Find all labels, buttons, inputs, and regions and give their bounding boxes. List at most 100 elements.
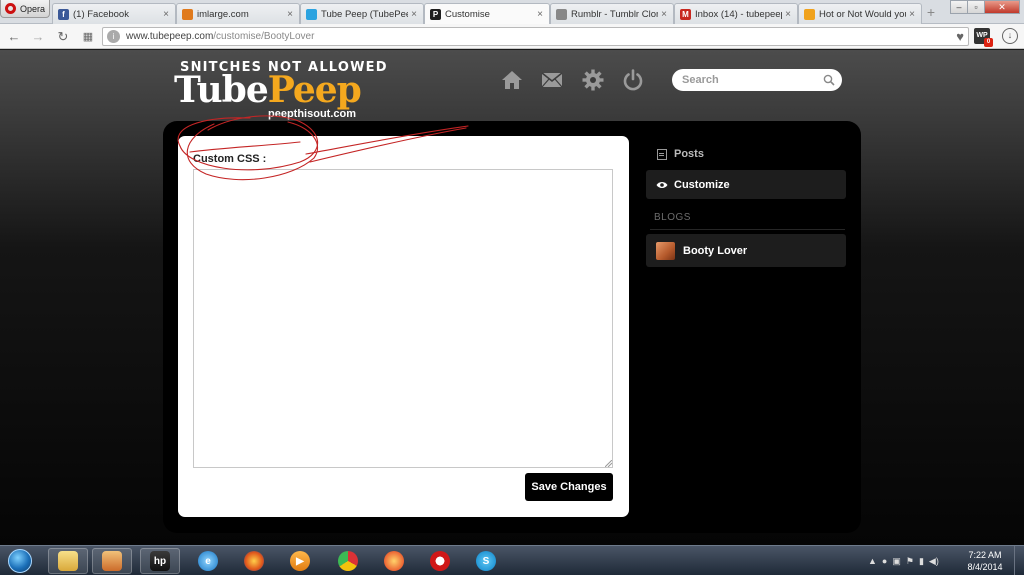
tubepeep-logo[interactable]: SNITCHES NOT ALLOWED TubePeep peepthisou… xyxy=(172,58,412,120)
address-bar-row: ← → ↻ ▦ i www.tubepeep.com/customise/Boo… xyxy=(0,24,1024,49)
twitter-icon xyxy=(306,8,317,20)
clock-time: 7:22 AM xyxy=(968,550,1002,560)
search-input[interactable]: Search xyxy=(672,69,842,91)
gmail-icon: M xyxy=(680,8,691,20)
downloads-icon[interactable]: ↓ xyxy=(1002,28,1018,44)
site-info-icon[interactable]: i xyxy=(107,30,120,43)
posts-document-icon xyxy=(657,148,667,160)
sidebar-blog-name: Booty Lover xyxy=(683,244,748,257)
blogs-heading: BLOGS xyxy=(654,212,691,223)
page-icon xyxy=(556,8,567,20)
show-desktop-button[interactable] xyxy=(1014,546,1024,575)
browser-tab-label: (1) Facebook xyxy=(73,8,129,20)
opera-icon xyxy=(430,551,450,571)
maximize-icon[interactable]: ▫ xyxy=(967,0,985,14)
forward-arrow-icon[interactable]: → xyxy=(30,29,46,45)
taskbar-app-button[interactable] xyxy=(374,548,414,574)
mail-icon[interactable] xyxy=(540,68,564,92)
browser-tab[interactable]: Hot or Not Would you × xyxy=(798,3,922,24)
browser-tab-label: imlarge.com xyxy=(197,8,249,20)
url-path: /customise/BootyLover xyxy=(213,31,315,42)
logo-brand-tube: Tube xyxy=(174,69,269,111)
tab-close-icon[interactable]: × xyxy=(408,9,420,20)
search-icon xyxy=(182,8,193,20)
search-placeholder: Search xyxy=(682,74,719,86)
taskbar-app-button[interactable] xyxy=(92,548,132,574)
sidebar-customize-label: Customize xyxy=(674,178,730,191)
custom-css-label: Custom CSS : xyxy=(193,153,267,165)
taskbar-app-button[interactable]: ▶ xyxy=(280,548,320,574)
fire-icon xyxy=(804,8,815,20)
taskbar-app-button[interactable] xyxy=(420,548,460,574)
opera-menu-label: Opera xyxy=(20,3,46,14)
reload-icon[interactable]: ↻ xyxy=(55,29,71,45)
browser-tab[interactable]: imlarge.com × xyxy=(176,3,300,24)
logo-brand: TubePeep xyxy=(174,69,362,111)
tab-close-icon[interactable]: × xyxy=(906,9,918,20)
tab-close-icon[interactable]: × xyxy=(160,9,172,20)
tray-flag-icon[interactable]: ⚑ xyxy=(906,556,914,567)
taskbar-app-button[interactable]: e xyxy=(188,548,228,574)
tray-network-icon[interactable]: ▮ xyxy=(919,556,924,567)
sidebar-item-posts[interactable]: Posts xyxy=(657,147,704,161)
tab-close-icon[interactable]: × xyxy=(284,9,296,20)
stash-heart-icon[interactable]: ♥ xyxy=(956,29,964,44)
search-icon[interactable] xyxy=(823,74,835,86)
tray-device-icon[interactable]: ▣ xyxy=(892,556,901,567)
wp-extension-icon[interactable]: WP 0 xyxy=(974,28,993,47)
textarea-resize-grip-icon[interactable] xyxy=(605,460,612,467)
taskbar-app-button[interactable] xyxy=(234,548,274,574)
speed-dial-grid-icon[interactable]: ▦ xyxy=(80,29,96,45)
back-arrow-icon[interactable]: ← xyxy=(6,29,22,45)
url-input[interactable]: i www.tubepeep.com/customise/BootyLover … xyxy=(102,27,969,46)
browser-tab[interactable]: M Inbox (14) - tubepeep × xyxy=(674,3,798,24)
url-host: www.tubepeep.com xyxy=(126,31,214,42)
save-changes-button[interactable]: Save Changes xyxy=(525,473,613,501)
home-icon[interactable] xyxy=(500,68,524,92)
sidebar-divider xyxy=(650,229,845,230)
taskbar-app-button[interactable] xyxy=(328,548,368,574)
windows-taskbar: hp e ▶ S ▲ ● ▣ ⚑ ▮ ◀) 7:22 AM 8/4/2014 xyxy=(0,545,1024,575)
minimize-icon[interactable]: – xyxy=(950,0,968,14)
settings-gear-icon[interactable] xyxy=(581,68,605,92)
browser-tab-label: Inbox (14) - tubepeep xyxy=(695,8,782,20)
taskbar-app-button[interactable]: S xyxy=(466,548,506,574)
tray-app-icon[interactable]: ● xyxy=(882,556,887,566)
tubepeep-page: SNITCHES NOT ALLOWED TubePeep peepthisou… xyxy=(0,50,1024,545)
tab-close-icon[interactable]: × xyxy=(534,9,546,20)
taskbar-app-button[interactable] xyxy=(48,548,88,574)
tray-overflow-icon[interactable]: ▲ xyxy=(868,556,877,566)
blog-avatar xyxy=(656,241,675,260)
taskbar-app-button[interactable]: hp xyxy=(140,548,180,574)
browser-tab[interactable]: P Customise × xyxy=(424,3,550,25)
windows-logo-icon xyxy=(8,549,32,573)
browser-tab[interactable]: Tube Peep (TubePeep)× xyxy=(300,3,424,24)
browser-tab-label: Rumblr - Tumblr Clone xyxy=(571,8,658,20)
start-button[interactable] xyxy=(2,546,38,575)
new-tab-plus-icon[interactable]: + xyxy=(924,5,938,19)
close-window-icon[interactable]: ✕ xyxy=(984,0,1020,14)
sidebar-item-customize[interactable]: Customize xyxy=(646,170,846,199)
browser-tab[interactable]: Rumblr - Tumblr Clone × xyxy=(550,3,674,24)
slideshow-icon xyxy=(102,551,122,571)
tab-close-icon[interactable]: × xyxy=(782,9,794,20)
hp-icon: hp xyxy=(150,551,170,571)
sidebar-blog-booty-lover[interactable]: Booty Lover xyxy=(646,234,846,267)
file-explorer-icon xyxy=(58,551,78,571)
opera-logo-icon xyxy=(5,3,16,14)
system-tray: ▲ ● ▣ ⚑ ▮ ◀) xyxy=(868,546,944,575)
taskbar-clock[interactable]: 7:22 AM 8/4/2014 xyxy=(960,549,1010,573)
browser-tab[interactable]: f (1) Facebook × xyxy=(52,3,176,24)
power-logout-icon[interactable] xyxy=(621,68,645,92)
tubepeep-icon: P xyxy=(430,9,441,20)
firefox-icon xyxy=(244,551,264,571)
custom-css-textarea[interactable] xyxy=(193,169,613,468)
logo-brand-peep: Peep xyxy=(267,69,362,111)
opera-menu-button[interactable]: Opera xyxy=(0,0,50,18)
customize-card: Custom CSS : Save Changes xyxy=(178,136,629,517)
browser-tab-label: Customise xyxy=(445,9,490,20)
browser-tab-label: Tube Peep (TubePeep) xyxy=(321,8,408,20)
clock-date: 8/4/2014 xyxy=(967,562,1003,572)
tray-volume-icon[interactable]: ◀) xyxy=(929,556,939,567)
tab-close-icon[interactable]: × xyxy=(658,9,670,20)
